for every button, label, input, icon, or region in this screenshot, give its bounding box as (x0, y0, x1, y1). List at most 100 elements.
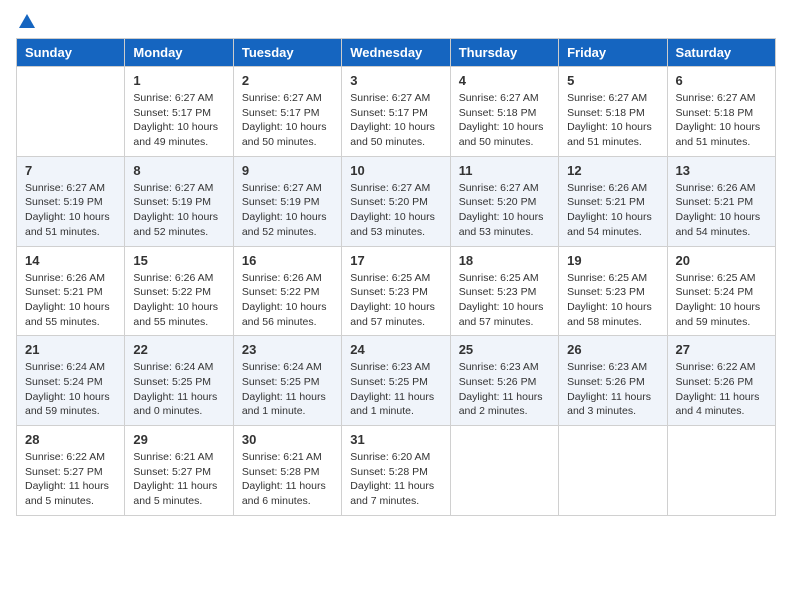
calendar-cell: 3 Sunrise: 6:27 AM Sunset: 5:17 PM Daylig… (342, 67, 450, 157)
day-info: Sunrise: 6:27 AM Sunset: 5:17 PM Dayligh… (242, 91, 333, 150)
calendar-cell: 25 Sunrise: 6:23 AM Sunset: 5:26 PM Dayli… (450, 336, 558, 426)
calendar-cell: 5 Sunrise: 6:27 AM Sunset: 5:18 PM Daylig… (559, 67, 667, 157)
day-info: Sunrise: 6:21 AM Sunset: 5:27 PM Dayligh… (133, 450, 224, 509)
calendar-row: 28Sunrise: 6:22 AM Sunset: 5:27 PM Dayli… (17, 426, 776, 516)
day-info: Sunrise: 6:25 AM Sunset: 5:23 PM Dayligh… (459, 271, 550, 330)
calendar-cell: 27 Sunrise: 6:22 AM Sunset: 5:26 PM Dayli… (667, 336, 775, 426)
day-number: 9 (242, 163, 333, 178)
day-number: 31 (350, 432, 441, 447)
calendar-cell: 19 Sunrise: 6:25 AM Sunset: 5:23 PM Dayli… (559, 246, 667, 336)
day-number: 14 (25, 253, 116, 268)
weekday-header-row: SundayMondayTuesdayWednesdayThursdayFrid… (17, 39, 776, 67)
calendar-cell: 31 Sunrise: 6:20 AM Sunset: 5:28 PM Dayli… (342, 426, 450, 516)
day-info: Sunrise: 6:27 AM Sunset: 5:19 PM Dayligh… (25, 181, 116, 240)
day-info: Sunrise: 6:27 AM Sunset: 5:18 PM Dayligh… (567, 91, 658, 150)
day-number: 2 (242, 73, 333, 88)
day-number: 12 (567, 163, 658, 178)
day-number: 30 (242, 432, 333, 447)
day-number: 18 (459, 253, 550, 268)
calendar-cell: 17 Sunrise: 6:25 AM Sunset: 5:23 PM Dayli… (342, 246, 450, 336)
day-number: 13 (676, 163, 767, 178)
day-number: 20 (676, 253, 767, 268)
calendar-cell: 20Sunrise: 6:25 AM Sunset: 5:24 PM Dayli… (667, 246, 775, 336)
day-number: 27 (676, 342, 767, 357)
day-info: Sunrise: 6:23 AM Sunset: 5:26 PM Dayligh… (567, 360, 658, 419)
day-number: 15 (133, 253, 224, 268)
day-number: 1 (133, 73, 224, 88)
day-info: Sunrise: 6:27 AM Sunset: 5:20 PM Dayligh… (459, 181, 550, 240)
day-number: 16 (242, 253, 333, 268)
weekday-header-thursday: Thursday (450, 39, 558, 67)
day-info: Sunrise: 6:26 AM Sunset: 5:21 PM Dayligh… (676, 181, 767, 240)
day-number: 29 (133, 432, 224, 447)
weekday-header-tuesday: Tuesday (233, 39, 341, 67)
day-number: 11 (459, 163, 550, 178)
calendar-cell: 10 Sunrise: 6:27 AM Sunset: 5:20 PM Dayli… (342, 156, 450, 246)
calendar-cell: 30 Sunrise: 6:21 AM Sunset: 5:28 PM Dayli… (233, 426, 341, 516)
day-info: Sunrise: 6:25 AM Sunset: 5:23 PM Dayligh… (350, 271, 441, 330)
day-number: 24 (350, 342, 441, 357)
day-number: 19 (567, 253, 658, 268)
calendar-cell: 15 Sunrise: 6:26 AM Sunset: 5:22 PM Dayli… (125, 246, 233, 336)
day-info: Sunrise: 6:21 AM Sunset: 5:28 PM Dayligh… (242, 450, 333, 509)
calendar-cell (17, 67, 125, 157)
calendar-cell: 21Sunrise: 6:24 AM Sunset: 5:24 PM Dayli… (17, 336, 125, 426)
calendar-row: 1 Sunrise: 6:27 AM Sunset: 5:17 PM Daylig… (17, 67, 776, 157)
logo (16, 16, 36, 30)
calendar-row: 14 Sunrise: 6:26 AM Sunset: 5:21 PM Dayli… (17, 246, 776, 336)
day-info: Sunrise: 6:26 AM Sunset: 5:22 PM Dayligh… (133, 271, 224, 330)
day-info: Sunrise: 6:26 AM Sunset: 5:21 PM Dayligh… (25, 271, 116, 330)
calendar-cell: 16 Sunrise: 6:26 AM Sunset: 5:22 PM Dayli… (233, 246, 341, 336)
day-number: 5 (567, 73, 658, 88)
day-number: 8 (133, 163, 224, 178)
day-info: Sunrise: 6:20 AM Sunset: 5:28 PM Dayligh… (350, 450, 441, 509)
calendar-cell: 24Sunrise: 6:23 AM Sunset: 5:25 PM Dayli… (342, 336, 450, 426)
day-info: Sunrise: 6:27 AM Sunset: 5:18 PM Dayligh… (676, 91, 767, 150)
calendar-cell: 8 Sunrise: 6:27 AM Sunset: 5:19 PM Daylig… (125, 156, 233, 246)
day-number: 17 (350, 253, 441, 268)
day-info: Sunrise: 6:23 AM Sunset: 5:26 PM Dayligh… (459, 360, 550, 419)
calendar-cell: 9 Sunrise: 6:27 AM Sunset: 5:19 PM Daylig… (233, 156, 341, 246)
calendar-cell: 14 Sunrise: 6:26 AM Sunset: 5:21 PM Dayli… (17, 246, 125, 336)
day-number: 22 (133, 342, 224, 357)
day-info: Sunrise: 6:25 AM Sunset: 5:23 PM Dayligh… (567, 271, 658, 330)
calendar-cell: 7 Sunrise: 6:27 AM Sunset: 5:19 PM Daylig… (17, 156, 125, 246)
day-info: Sunrise: 6:26 AM Sunset: 5:22 PM Dayligh… (242, 271, 333, 330)
weekday-header-monday: Monday (125, 39, 233, 67)
calendar-cell (559, 426, 667, 516)
day-info: Sunrise: 6:27 AM Sunset: 5:17 PM Dayligh… (133, 91, 224, 150)
day-info: Sunrise: 6:27 AM Sunset: 5:20 PM Dayligh… (350, 181, 441, 240)
day-number: 6 (676, 73, 767, 88)
day-number: 26 (567, 342, 658, 357)
day-info: Sunrise: 6:26 AM Sunset: 5:21 PM Dayligh… (567, 181, 658, 240)
day-info: Sunrise: 6:22 AM Sunset: 5:26 PM Dayligh… (676, 360, 767, 419)
day-number: 7 (25, 163, 116, 178)
weekday-header-sunday: Sunday (17, 39, 125, 67)
day-info: Sunrise: 6:24 AM Sunset: 5:25 PM Dayligh… (242, 360, 333, 419)
day-number: 3 (350, 73, 441, 88)
calendar-cell: 26 Sunrise: 6:23 AM Sunset: 5:26 PM Dayli… (559, 336, 667, 426)
day-info: Sunrise: 6:27 AM Sunset: 5:18 PM Dayligh… (459, 91, 550, 150)
weekday-header-wednesday: Wednesday (342, 39, 450, 67)
calendar-table: SundayMondayTuesdayWednesdayThursdayFrid… (16, 38, 776, 516)
day-info: Sunrise: 6:27 AM Sunset: 5:19 PM Dayligh… (242, 181, 333, 240)
logo-triangle-icon (18, 12, 36, 30)
weekday-header-saturday: Saturday (667, 39, 775, 67)
calendar-cell: 29 Sunrise: 6:21 AM Sunset: 5:27 PM Dayli… (125, 426, 233, 516)
header (16, 16, 776, 30)
day-number: 25 (459, 342, 550, 357)
day-info: Sunrise: 6:27 AM Sunset: 5:19 PM Dayligh… (133, 181, 224, 240)
day-number: 23 (242, 342, 333, 357)
day-info: Sunrise: 6:24 AM Sunset: 5:24 PM Dayligh… (25, 360, 116, 419)
calendar-cell: 4Sunrise: 6:27 AM Sunset: 5:18 PM Daylig… (450, 67, 558, 157)
calendar-cell: 18 Sunrise: 6:25 AM Sunset: 5:23 PM Dayli… (450, 246, 558, 336)
day-info: Sunrise: 6:24 AM Sunset: 5:25 PM Dayligh… (133, 360, 224, 419)
calendar-cell (667, 426, 775, 516)
day-info: Sunrise: 6:27 AM Sunset: 5:17 PM Dayligh… (350, 91, 441, 150)
day-info: Sunrise: 6:22 AM Sunset: 5:27 PM Dayligh… (25, 450, 116, 509)
calendar-cell: 6 Sunrise: 6:27 AM Sunset: 5:18 PM Daylig… (667, 67, 775, 157)
calendar-cell: 11 Sunrise: 6:27 AM Sunset: 5:20 PM Dayli… (450, 156, 558, 246)
calendar-cell: 13 Sunrise: 6:26 AM Sunset: 5:21 PM Dayli… (667, 156, 775, 246)
day-number: 10 (350, 163, 441, 178)
calendar-row: 21Sunrise: 6:24 AM Sunset: 5:24 PM Dayli… (17, 336, 776, 426)
